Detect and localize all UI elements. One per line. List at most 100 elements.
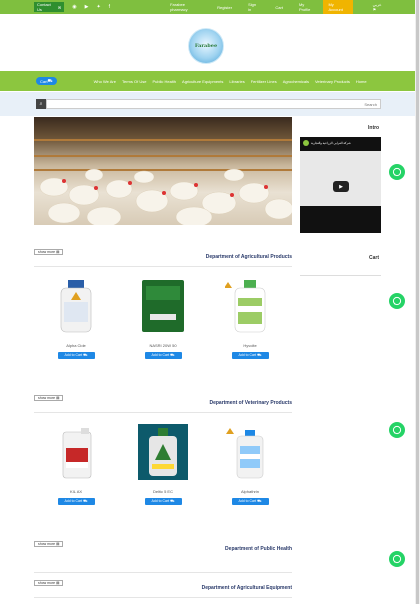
section-title: Department of Veterinary Products <box>209 400 292 406</box>
show-more-label: show more <box>38 396 56 400</box>
intro-video-player[interactable]: شركة الفرابي الزراعية والتجارية ▶ <box>300 137 381 233</box>
search-button[interactable]: ⌕ <box>36 99 46 109</box>
youtube-icon[interactable]: ▶ <box>85 4 89 10</box>
main-nav: Cart ⛟ Who We Are Terms Of Use Public He… <box>0 71 415 91</box>
video-thumbnail <box>300 151 381 206</box>
search-input[interactable] <box>46 99 381 109</box>
video-title: شركة الفرابي الزراعية والتجارية <box>311 141 351 145</box>
product-card[interactable]: NASRI 20W 50 Add to Cart ⛟ <box>138 278 188 359</box>
play-icon[interactable]: ▶ <box>333 181 349 192</box>
show-more-button[interactable]: show more ▤ <box>34 395 64 401</box>
top-link-register[interactable]: Register <box>209 5 240 10</box>
section-divider <box>34 572 292 573</box>
product-card[interactable]: Deltic 5 EC Add to Cart ⛟ <box>138 424 188 505</box>
nav-fertilizer-lines[interactable]: Fertilizer Lines <box>248 79 280 84</box>
show-more-label: show more <box>38 250 56 254</box>
nav-agriculture-equipments[interactable]: Agriculture Equipments <box>179 79 226 84</box>
nav-links: Who We Are Terms Of Use Public Health Ag… <box>91 79 370 84</box>
search-icon: ⌕ <box>39 101 43 107</box>
sidebar-divider <box>300 275 381 276</box>
product-name: NASRI 20W 50 <box>149 343 177 348</box>
add-to-cart-label: Add to Cart <box>151 499 170 503</box>
add-to-cart-button[interactable]: Add to Cart ⛟ <box>57 352 95 359</box>
show-more-button[interactable]: show more ▤ <box>34 580 64 586</box>
nav-home[interactable]: Home <box>353 79 370 84</box>
logo-text: Farabee <box>194 43 218 49</box>
product-name: Hyvolte <box>243 343 257 348</box>
nav-public-health[interactable]: Public Health <box>149 79 179 84</box>
product-card[interactable]: Hyvolte Add to Cart ⛟ <box>224 278 275 359</box>
contact-us-button[interactable]: Contact Us ✉ <box>34 2 65 12</box>
language-switch[interactable]: عربي ⚑ <box>357 2 415 12</box>
product-card[interactable]: Alpha Cide Add to Cart ⛟ <box>51 278 101 359</box>
top-link-pharmacy[interactable]: Farabee pharmacy <box>162 2 209 12</box>
nav-libraries[interactable]: Libraries <box>226 79 247 84</box>
whatsapp-button[interactable] <box>389 164 405 180</box>
section-public-health: show more ▤ Department of Public Health <box>34 540 292 573</box>
section-divider <box>34 266 292 267</box>
nav-who-we-are[interactable]: Who We Are <box>91 79 119 84</box>
hero-banner-image <box>34 117 292 225</box>
product-image <box>142 280 184 332</box>
add-to-cart-label: Add to Cart <box>64 353 83 357</box>
add-to-cart-button[interactable]: Add to Cart ⛟ <box>231 352 269 359</box>
show-more-button[interactable]: show more ▤ <box>34 541 64 547</box>
scrollbar-thumb[interactable] <box>416 0 419 604</box>
add-to-cart-button[interactable]: Add to Cart ⛟ <box>144 352 182 359</box>
top-links: Farabee pharmacy Register Sign in Cart M… <box>162 0 415 14</box>
contact-us-label: Contact Us <box>37 2 51 12</box>
show-more-button[interactable]: show more ▤ <box>34 249 64 255</box>
product-name: Alphathrin <box>240 489 259 494</box>
product-image <box>60 280 92 333</box>
product-image <box>226 428 264 479</box>
whatsapp-button[interactable] <box>389 551 405 567</box>
nav-cart-button[interactable]: Cart ⛟ <box>36 77 57 85</box>
product-image <box>224 280 266 333</box>
add-to-cart-label: Add to Cart <box>64 499 83 503</box>
facebook-icon[interactable]: f <box>109 4 110 10</box>
product-card[interactable]: Alphathrin Add to Cart ⛟ <box>225 424 275 505</box>
twitter-icon[interactable]: ✦ <box>96 4 100 10</box>
rss-icon[interactable]: ◉ <box>72 4 76 10</box>
site-logo[interactable]: Farabee <box>188 28 226 64</box>
whatsapp-button[interactable] <box>389 422 405 438</box>
nav-cart-label: Cart <box>40 78 48 84</box>
intro-title: Intro <box>368 125 380 131</box>
channel-avatar <box>303 140 309 146</box>
nav-terms-of-use[interactable]: Terms Of Use <box>119 79 149 84</box>
top-link-my-account[interactable]: My Account <box>323 0 353 14</box>
whatsapp-button[interactable] <box>389 293 405 309</box>
social-links: ◉ ▶ ✦ f <box>72 4 110 10</box>
nav-agrochemicals[interactable]: Agrochemicals <box>280 79 312 84</box>
product-image <box>62 428 92 479</box>
section-title: Department of Agricultural Products <box>205 254 292 260</box>
cart-icon: ⛟ <box>47 78 53 83</box>
top-bar: Contact Us ✉ ◉ ▶ ✦ f Farabee pharmacy Re… <box>0 0 415 14</box>
product-name: Deltic 5 EC <box>152 489 173 494</box>
nav-veterinary-products[interactable]: Veterinary Products <box>312 79 353 84</box>
section-title: Department of Agricultural Equipment <box>201 585 292 591</box>
add-to-cart-button[interactable]: Add to Cart ⛟ <box>144 498 182 505</box>
whatsapp-icon <box>392 296 402 306</box>
product-image <box>138 424 188 480</box>
whatsapp-icon <box>392 167 402 177</box>
whatsapp-icon <box>392 425 402 435</box>
whatsapp-icon <box>392 554 402 564</box>
chickens-illustration <box>39 168 292 225</box>
top-link-cart[interactable]: Cart <box>267 5 291 10</box>
section-agricultural-equipment: show more ▤ Department of Agricultural E… <box>34 579 292 601</box>
add-to-cart-label: Add to Cart <box>238 353 257 357</box>
product-name: Alpha Cide <box>66 343 86 348</box>
top-link-sign-in[interactable]: Sign in <box>240 2 267 12</box>
sidebar-cart-title: Cart <box>369 255 380 261</box>
show-more-label: show more <box>38 542 56 546</box>
product-card[interactable]: KIL AX Add to Cart ⛟ <box>51 424 101 505</box>
video-header: شركة الفرابي الزراعية والتجارية <box>303 140 351 146</box>
show-more-label: show more <box>38 581 56 585</box>
top-link-my-profile[interactable]: My Profile <box>291 2 323 12</box>
add-to-cart-button[interactable]: Add to Cart ⛟ <box>231 498 269 505</box>
section-title: Department of Public Health <box>225 546 292 552</box>
add-to-cart-label: Add to Cart <box>151 353 170 357</box>
section-agricultural-products: show more ▤ Department of Agricultural P… <box>34 248 292 378</box>
add-to-cart-button[interactable]: Add to Cart ⛟ <box>57 498 95 505</box>
